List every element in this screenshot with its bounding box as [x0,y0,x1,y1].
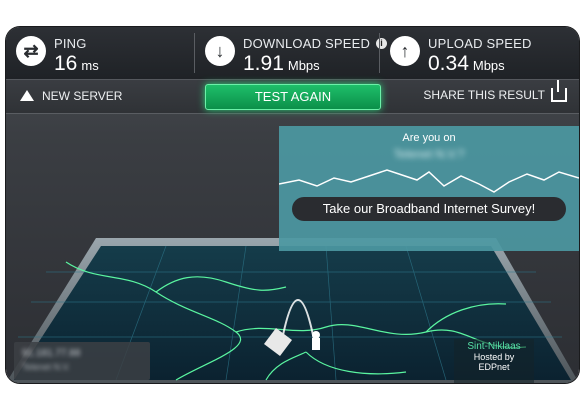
ping-value-wrap: 16 ms [54,52,99,76]
server-info: Sint-Niklaas Hosted by EDPnet [454,339,534,383]
info-icon[interactable]: i [376,38,388,49]
new-server-label: NEW SERVER [42,89,123,103]
triangle-icon [20,90,34,101]
new-server-button[interactable]: NEW SERVER [20,89,122,103]
client-info: 91.181.77.88 Telenet N.V. [14,342,150,380]
share-result-button[interactable]: SHARE THIS RESULT [423,80,567,102]
download-label-wrap: DOWNLOAD SPEED i [243,36,388,51]
survey-panel: Are you on Telenet N.V.? Take our Broadb… [279,126,579,251]
download-label: DOWNLOAD SPEED [243,36,371,51]
arrow-down-icon: ↓ [205,36,235,66]
action-bar: NEW SERVER TEST AGAIN SHARE THIS RESULT [6,80,579,114]
upload-value: 0.34 [428,52,469,75]
test-again-button[interactable]: TEST AGAIN [205,84,381,110]
arrow-up-icon: ↑ [390,36,420,66]
server-hosted-by: Hosted by [473,352,515,362]
survey-title: Are you on [402,132,456,144]
ping-unit: ms [81,58,99,73]
stats-bar: ⇄ PING 16 ms ↓ DOWNLOAD SPEED i 1.91 Mbps ↑… [6,27,579,80]
client-isp: Telenet N.V. [22,362,71,372]
server-city: Sint-Niklaas [467,341,521,352]
divider [194,33,195,73]
server-pin-icon [312,331,320,339]
ping-label: PING [54,36,87,51]
download-value: 1.91 [243,52,284,75]
survey-isp: Telenet N.V.? [393,147,465,161]
upload-value-wrap: 0.34 Mbps [428,52,505,76]
divider [379,33,380,73]
download-unit: Mbps [287,58,320,73]
server-pin-body [312,338,320,350]
share-icon [551,80,567,102]
share-label: SHARE THIS RESULT [423,88,545,102]
survey-button[interactable]: Take our Broadband Internet Survey! [292,197,566,221]
swap-arrows-icon: ⇄ [16,36,46,66]
upload-unit: Mbps [472,58,505,73]
client-ip: 91.181.77.88 [22,348,81,359]
download-value-wrap: 1.91 Mbps [243,52,320,76]
server-host: EDPnet [478,362,510,372]
upload-label: UPLOAD SPEED [428,36,532,51]
ping-value: 16 [54,52,78,75]
speedtest-frame: ⇄ PING 16 ms ↓ DOWNLOAD SPEED i 1.91 Mbps ↑… [6,27,579,383]
